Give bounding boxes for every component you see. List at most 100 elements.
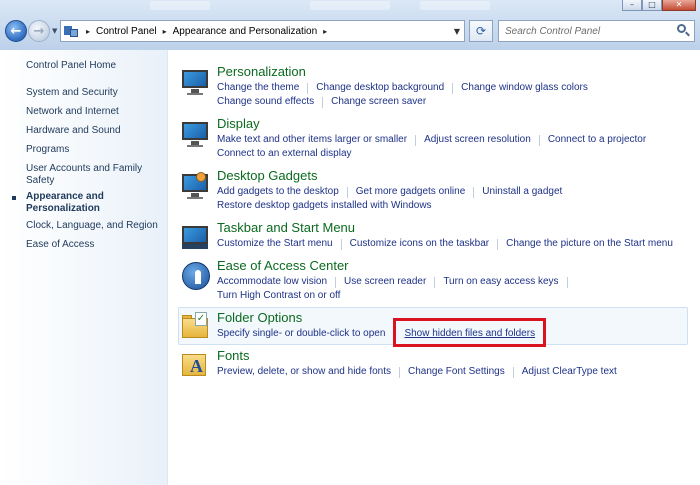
close-button[interactable]: ✕: [662, 0, 696, 11]
link-connect-external-display[interactable]: Connect to an external display: [217, 148, 352, 160]
link-separator: [538, 134, 540, 146]
link-separator: [452, 82, 454, 94]
link-add-gadgets[interactable]: Add gadgets to the desktop: [217, 186, 339, 198]
link-single-double-click[interactable]: Specify single- or double-click to open: [217, 328, 385, 340]
personalization-icon: [180, 66, 212, 98]
link-preview-fonts[interactable]: Preview, delete, or show and hide fonts: [217, 366, 391, 378]
link-restore-gadgets[interactable]: Restore desktop gadgets installed with W…: [217, 200, 432, 212]
search-box[interactable]: Search Control Panel: [498, 20, 695, 42]
folder-options-icon: ✓: [180, 310, 212, 342]
title-bar: – □ ✕: [0, 0, 700, 12]
link-row: Change the theme Change desktop backgrou…: [217, 82, 588, 94]
search-icon[interactable]: [674, 22, 692, 40]
forward-button[interactable]: →: [28, 20, 50, 42]
link-change-start-picture[interactable]: Change the picture on the Start menu: [506, 238, 673, 250]
category-title[interactable]: Folder Options: [217, 310, 302, 325]
link-separator: [512, 366, 514, 378]
link-adjust-screen-resolution[interactable]: Adjust screen resolution: [424, 134, 531, 146]
sidebar-item-clock-language-region[interactable]: Clock, Language, and Region: [26, 220, 161, 232]
search-input[interactable]: Search Control Panel: [505, 26, 674, 37]
navigation-bar: – □ ✕ ← → ▼ ▸ Control Panel ▸ Appearance…: [0, 0, 700, 50]
display-icon: [180, 118, 212, 150]
breadcrumb-control-panel[interactable]: Control Panel ▸: [96, 26, 167, 37]
sidebar-item-user-accounts[interactable]: User Accounts and Family Safety: [26, 163, 161, 187]
sidebar: Control Panel Home System and Security N…: [0, 50, 168, 485]
sidebar-item-ease-of-access[interactable]: Ease of Access: [26, 239, 161, 251]
link-change-theme[interactable]: Change the theme: [217, 82, 299, 94]
link-row: Turn High Contrast on or off: [217, 290, 340, 302]
link-change-desktop-background[interactable]: Change desktop background: [316, 82, 444, 94]
category-title[interactable]: Taskbar and Start Menu: [217, 220, 355, 235]
sidebar-item-control-panel-home[interactable]: Control Panel Home: [26, 60, 161, 72]
highlight-annotation-box: [393, 318, 546, 347]
sidebar-item-programs[interactable]: Programs: [26, 144, 161, 156]
background-tab-ghost: [150, 1, 210, 10]
link-connect-to-projector[interactable]: Connect to a projector: [548, 134, 646, 146]
link-separator: [335, 276, 337, 288]
link-separator: [322, 96, 324, 108]
link-row: Make text and other items larger or smal…: [217, 134, 646, 146]
link-separator: [346, 186, 348, 198]
breadcrumb-appearance[interactable]: Appearance and Personalization ▸: [173, 26, 328, 37]
link-uninstall-gadget[interactable]: Uninstall a gadget: [482, 186, 562, 198]
link-separator: [399, 366, 400, 378]
background-tab-ghost: [420, 1, 490, 10]
chevron-right-icon[interactable]: ▸: [323, 27, 327, 36]
link-row: Change sound effects Change screen saver: [217, 96, 426, 108]
address-bar[interactable]: ▸ Control Panel ▸ Appearance and Persona…: [60, 20, 465, 42]
link-change-sound-effects[interactable]: Change sound effects: [217, 96, 314, 108]
link-change-window-glass-colors[interactable]: Change window glass colors: [461, 82, 588, 94]
link-high-contrast[interactable]: Turn High Contrast on or off: [217, 290, 340, 302]
category-title[interactable]: Desktop Gadgets: [217, 168, 317, 183]
link-row: Connect to an external display: [217, 148, 352, 160]
link-use-screen-reader[interactable]: Use screen reader: [344, 276, 426, 288]
link-separator: [415, 134, 417, 146]
minimize-button[interactable]: –: [622, 0, 642, 11]
link-easy-access-keys[interactable]: Turn on easy access keys: [443, 276, 558, 288]
link-separator: [307, 82, 309, 94]
link-customize-start-menu[interactable]: Customize the Start menu: [217, 238, 333, 250]
link-separator: [566, 276, 568, 288]
sidebar-item-network-and-internet[interactable]: Network and Internet: [26, 106, 161, 118]
category-title[interactable]: Personalization: [217, 64, 306, 79]
category-title[interactable]: Display: [217, 116, 260, 131]
sidebar-item-hardware-and-sound[interactable]: Hardware and Sound: [26, 125, 161, 137]
control-panel-icon: [64, 24, 80, 38]
back-button[interactable]: ←: [5, 20, 27, 42]
link-change-font-settings[interactable]: Change Font Settings: [408, 366, 505, 378]
background-tab-ghost: [310, 1, 390, 10]
sidebar-item-appearance[interactable]: Appearance and Personalization: [26, 191, 161, 215]
link-row: Customize the Start menu Customize icons…: [217, 238, 673, 250]
refresh-button[interactable]: ⟳: [469, 20, 493, 42]
maximize-button[interactable]: □: [642, 0, 662, 11]
sidebar-item-system-and-security[interactable]: System and Security: [26, 87, 161, 99]
chevron-right-icon[interactable]: ▸: [86, 27, 90, 36]
link-make-text-larger[interactable]: Make text and other items larger or smal…: [217, 134, 407, 146]
desktop-gadgets-icon: [180, 170, 212, 202]
chevron-right-icon[interactable]: ▸: [163, 27, 167, 36]
link-separator: [473, 186, 475, 198]
link-accommodate-low-vision[interactable]: Accommodate low vision: [217, 276, 327, 288]
category-title[interactable]: Ease of Access Center: [217, 258, 349, 273]
link-row: Preview, delete, or show and hide fonts …: [217, 366, 617, 378]
fonts-icon: A: [180, 348, 212, 380]
link-row: Add gadgets to the desktop Get more gadg…: [217, 186, 562, 198]
category-title[interactable]: Fonts: [217, 348, 250, 363]
breadcrumb-label: Control Panel: [96, 25, 157, 37]
link-get-more-gadgets[interactable]: Get more gadgets online: [356, 186, 466, 198]
breadcrumb-label: Appearance and Personalization: [172, 25, 318, 37]
link-row: Accommodate low vision Use screen reader…: [217, 276, 576, 288]
link-separator: [497, 238, 499, 250]
link-row: Restore desktop gadgets installed with W…: [217, 200, 432, 212]
link-separator: [434, 276, 436, 288]
address-dropdown-icon[interactable]: ▼: [454, 27, 460, 36]
link-customize-taskbar-icons[interactable]: Customize icons on the taskbar: [350, 238, 490, 250]
refresh-icon: ⟳: [475, 24, 487, 38]
link-change-screen-saver[interactable]: Change screen saver: [331, 96, 426, 108]
recent-pages-dropdown-icon[interactable]: ▼: [52, 27, 57, 35]
link-adjust-cleartype[interactable]: Adjust ClearType text: [522, 366, 617, 378]
taskbar-icon: [180, 222, 212, 254]
link-separator: [340, 238, 342, 250]
main-content: Personalization Change the theme Change …: [168, 50, 700, 485]
window-controls: – □ ✕: [622, 0, 696, 11]
